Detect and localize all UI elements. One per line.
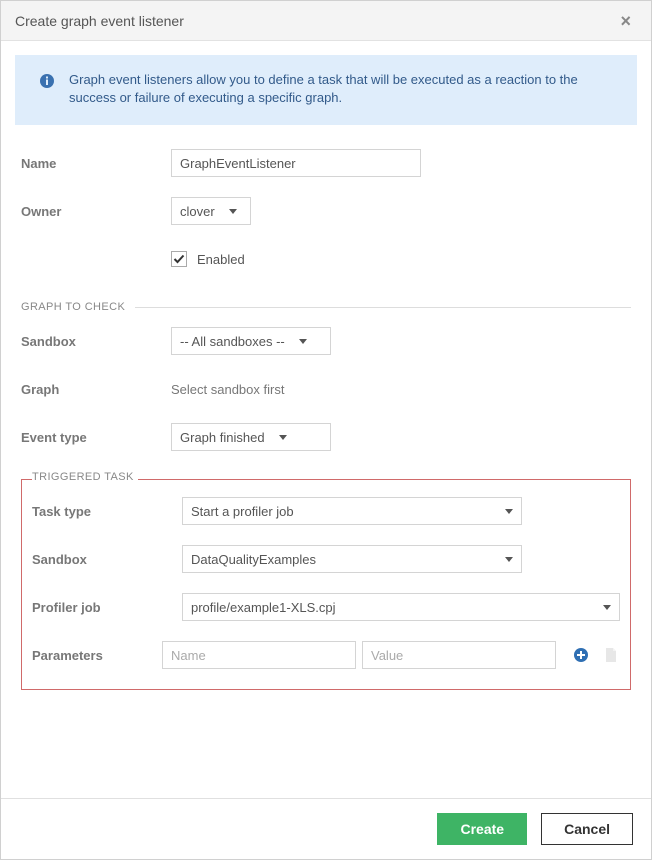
graph-hint: Select sandbox first xyxy=(171,382,284,397)
cancel-button[interactable]: Cancel xyxy=(541,813,633,845)
row-parameters: Parameters xyxy=(32,635,620,675)
form: Name Owner clover xyxy=(15,125,637,690)
caret-down-icon xyxy=(603,605,611,610)
label-parameters: Parameters xyxy=(32,648,162,663)
sandbox-select[interactable]: -- All sandboxes -- xyxy=(171,327,331,355)
caret-down-icon xyxy=(229,209,237,214)
file-icon xyxy=(602,646,620,664)
row-profiler-job: Profiler job profile/example1-XLS.cpj xyxy=(32,587,620,627)
label-profiler-job: Profiler job xyxy=(32,600,182,615)
sandbox-value: -- All sandboxes -- xyxy=(180,334,285,349)
event-type-value: Graph finished xyxy=(180,430,265,445)
enabled-label: Enabled xyxy=(197,252,245,267)
info-text: Graph event listeners allow you to defin… xyxy=(69,72,578,105)
dialog-title: Create graph event listener xyxy=(15,13,614,29)
dialog: Create graph event listener × Graph even… xyxy=(0,0,652,860)
label-sandbox: Sandbox xyxy=(21,334,171,349)
enabled-checkbox[interactable] xyxy=(171,251,187,267)
section-graph-title: GRAPH TO CHECK xyxy=(21,301,125,313)
info-icon xyxy=(39,73,55,89)
param-value-input[interactable] xyxy=(362,641,556,669)
row-name: Name xyxy=(21,143,631,183)
section-triggered-task: TRIGGERED TASK xyxy=(32,471,620,483)
label-graph: Graph xyxy=(21,382,171,397)
owner-value: clover xyxy=(180,204,215,219)
triggered-task-box: TRIGGERED TASK Task type Start a profile… xyxy=(21,479,631,690)
caret-down-icon xyxy=(505,509,513,514)
caret-down-icon xyxy=(299,339,307,344)
row-sandbox: Sandbox -- All sandboxes -- xyxy=(21,321,631,361)
row-enabled: Enabled xyxy=(21,239,631,279)
row-task-type: Task type Start a profiler job xyxy=(32,491,620,531)
dialog-body: Graph event listeners allow you to defin… xyxy=(1,41,651,798)
caret-down-icon xyxy=(279,435,287,440)
row-owner: Owner clover xyxy=(21,191,631,231)
task-type-select[interactable]: Start a profiler job xyxy=(182,497,522,525)
plus-circle-icon[interactable] xyxy=(572,646,590,664)
close-icon[interactable]: × xyxy=(614,8,637,34)
label-event-type: Event type xyxy=(21,430,171,445)
row-task-sandbox: Sandbox DataQualityExamples xyxy=(32,539,620,579)
task-type-value: Start a profiler job xyxy=(191,504,491,519)
event-type-select[interactable]: Graph finished xyxy=(171,423,331,451)
owner-select[interactable]: clover xyxy=(171,197,251,225)
label-task-sandbox: Sandbox xyxy=(32,552,182,567)
param-name-input[interactable] xyxy=(162,641,356,669)
task-sandbox-value: DataQualityExamples xyxy=(191,552,491,567)
create-button[interactable]: Create xyxy=(437,813,527,845)
section-task-title: TRIGGERED TASK xyxy=(32,471,138,483)
task-sandbox-select[interactable]: DataQualityExamples xyxy=(182,545,522,573)
profiler-job-select[interactable]: profile/example1-XLS.cpj xyxy=(182,593,620,621)
row-graph: Graph Select sandbox first xyxy=(21,369,631,409)
label-owner: Owner xyxy=(21,204,171,219)
caret-down-icon xyxy=(505,557,513,562)
label-name: Name xyxy=(21,156,171,171)
section-graph-to-check: GRAPH TO CHECK xyxy=(21,301,631,313)
profiler-job-value: profile/example1-XLS.cpj xyxy=(191,600,589,615)
titlebar: Create graph event listener × xyxy=(1,1,651,41)
info-banner: Graph event listeners allow you to defin… xyxy=(15,55,637,125)
check-icon xyxy=(173,253,185,265)
dialog-footer: Create Cancel xyxy=(1,798,651,859)
label-task-type: Task type xyxy=(32,504,182,519)
row-event-type: Event type Graph finished xyxy=(21,417,631,457)
name-input[interactable] xyxy=(171,149,421,177)
